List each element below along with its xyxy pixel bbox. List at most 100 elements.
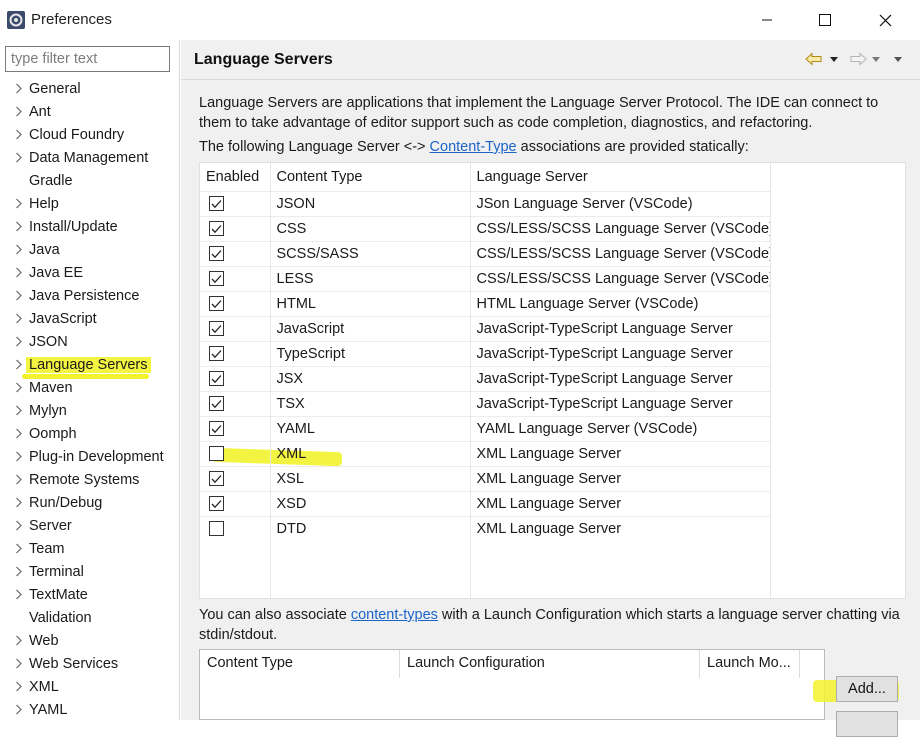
- column-header-content-type[interactable]: Content Type: [270, 163, 471, 191]
- column-header-launch-configuration[interactable]: Launch Configuration: [400, 650, 700, 678]
- chevron-right-icon[interactable]: [11, 106, 25, 117]
- enabled-checkbox[interactable]: [209, 271, 224, 287]
- chevron-right-icon[interactable]: [11, 451, 25, 462]
- forward-dropdown-button[interactable]: [871, 50, 881, 68]
- remove-button[interactable]: [836, 711, 898, 737]
- table-row[interactable]: HTML HTML Language Server (VSCode): [200, 290, 771, 316]
- forward-button[interactable]: [849, 50, 867, 68]
- chevron-right-icon[interactable]: [11, 198, 25, 209]
- tree-item[interactable]: Gradle: [0, 169, 180, 192]
- chevron-right-icon[interactable]: [11, 658, 25, 669]
- column-header-launch-mode[interactable]: Launch Mo...: [700, 650, 800, 678]
- table-row[interactable]: DTD XML Language Server: [200, 515, 771, 541]
- enabled-checkbox[interactable]: [209, 246, 224, 262]
- chevron-right-icon[interactable]: [11, 359, 25, 370]
- tree-item[interactable]: TextMate: [0, 583, 180, 606]
- tree-item[interactable]: Plug-in Development: [0, 445, 180, 468]
- chevron-right-icon[interactable]: [11, 129, 25, 140]
- chevron-right-icon[interactable]: [11, 520, 25, 531]
- column-header-language-server[interactable]: Language Server: [470, 163, 771, 191]
- chevron-right-icon[interactable]: [11, 428, 25, 439]
- table-row[interactable]: CSS CSS/LESS/SCSS Language Server (VSCode…: [200, 215, 771, 241]
- enabled-checkbox[interactable]: [209, 521, 224, 537]
- tree-item[interactable]: Mylyn: [0, 399, 180, 422]
- chevron-right-icon[interactable]: [11, 382, 25, 393]
- enabled-checkbox[interactable]: [209, 321, 224, 337]
- chevron-right-icon[interactable]: [11, 566, 25, 577]
- chevron-right-icon[interactable]: [11, 267, 25, 278]
- tree-item[interactable]: Run/Debug: [0, 491, 180, 514]
- tree-item[interactable]: Ant: [0, 100, 180, 123]
- chevron-right-icon[interactable]: [11, 405, 25, 416]
- tree-item[interactable]: YAML: [0, 698, 180, 721]
- table-row[interactable]: XML XML Language Server: [200, 440, 771, 466]
- enabled-checkbox[interactable]: [209, 196, 224, 212]
- maximize-button[interactable]: [802, 4, 848, 36]
- tree-item[interactable]: JavaScript: [0, 307, 180, 330]
- enabled-checkbox[interactable]: [209, 421, 224, 437]
- add-button[interactable]: Add...: [836, 676, 898, 702]
- close-button[interactable]: [862, 4, 908, 36]
- table-row[interactable]: JavaScript JavaScript-TypeScript Language…: [200, 315, 771, 341]
- tree-item[interactable]: Remote Systems: [0, 468, 180, 491]
- tree-item[interactable]: Java Persistence: [0, 284, 180, 307]
- tree-item[interactable]: Data Management: [0, 146, 180, 169]
- tree-item[interactable]: Terminal: [0, 560, 180, 583]
- chevron-right-icon[interactable]: [11, 497, 25, 508]
- tree-item[interactable]: Validation: [0, 606, 180, 629]
- chevron-right-icon[interactable]: [11, 681, 25, 692]
- chevron-right-icon[interactable]: [11, 313, 25, 324]
- enabled-checkbox[interactable]: [209, 296, 224, 312]
- tree-item[interactable]: Java EE: [0, 261, 180, 284]
- column-header-content-type[interactable]: Content Type: [200, 650, 400, 678]
- content-type-link[interactable]: Content-Type: [430, 139, 517, 155]
- tree-item[interactable]: Team: [0, 537, 180, 560]
- tree-item[interactable]: Web Services: [0, 652, 180, 675]
- chevron-right-icon[interactable]: [11, 474, 25, 485]
- tree-item[interactable]: Cloud Foundry: [0, 123, 180, 146]
- enabled-checkbox[interactable]: [209, 446, 224, 462]
- chevron-right-icon[interactable]: [11, 83, 25, 94]
- minimize-button[interactable]: [744, 4, 790, 36]
- tree-item[interactable]: Java: [0, 238, 180, 261]
- chevron-right-icon[interactable]: [11, 152, 25, 163]
- enabled-checkbox[interactable]: [209, 221, 224, 237]
- chevron-right-icon[interactable]: [11, 704, 25, 715]
- enabled-checkbox[interactable]: [209, 346, 224, 362]
- tree-item[interactable]: Install/Update: [0, 215, 180, 238]
- table-row[interactable]: JSX JavaScript-TypeScript Language Server: [200, 365, 771, 391]
- content-types-link[interactable]: content-types: [351, 607, 438, 623]
- enabled-checkbox[interactable]: [209, 496, 224, 512]
- tree-item[interactable]: Help: [0, 192, 180, 215]
- tree-item[interactable]: JSON: [0, 330, 180, 353]
- filter-input[interactable]: [5, 46, 170, 72]
- chevron-right-icon[interactable]: [11, 290, 25, 301]
- enabled-checkbox[interactable]: [209, 371, 224, 387]
- back-dropdown-button[interactable]: [829, 50, 839, 68]
- chevron-right-icon[interactable]: [11, 221, 25, 232]
- chevron-right-icon[interactable]: [11, 589, 25, 600]
- chevron-right-icon[interactable]: [11, 244, 25, 255]
- chevron-right-icon[interactable]: [11, 635, 25, 646]
- table-row[interactable]: YAML YAML Language Server (VSCode): [200, 415, 771, 441]
- tree-item[interactable]: Language Servers: [0, 353, 180, 379]
- tree-item[interactable]: XML: [0, 675, 180, 698]
- chevron-right-icon[interactable]: [11, 336, 25, 347]
- view-menu-button[interactable]: [893, 50, 903, 68]
- table-row[interactable]: SCSS/SASS CSS/LESS/SCSS Language Server (…: [200, 240, 771, 266]
- tree-item[interactable]: Maven: [0, 376, 180, 399]
- enabled-checkbox[interactable]: [209, 396, 224, 412]
- chevron-right-icon[interactable]: [11, 543, 25, 554]
- table-row[interactable]: JSON JSon Language Server (VSCode): [200, 190, 771, 216]
- table-row[interactable]: XSL XML Language Server: [200, 465, 771, 491]
- tree-item[interactable]: General: [0, 77, 180, 100]
- tree-item[interactable]: Server: [0, 514, 180, 537]
- tree-item[interactable]: Web: [0, 629, 180, 652]
- enabled-checkbox[interactable]: [209, 471, 224, 487]
- table-row[interactable]: TSX JavaScript-TypeScript Language Server: [200, 390, 771, 416]
- tree-item[interactable]: Oomph: [0, 422, 180, 445]
- column-header-enabled[interactable]: Enabled: [200, 163, 271, 191]
- back-button[interactable]: [805, 50, 823, 68]
- table-row[interactable]: LESS CSS/LESS/SCSS Language Server (VSCod…: [200, 265, 771, 291]
- table-row[interactable]: TypeScript JavaScript-TypeScript Language…: [200, 340, 771, 366]
